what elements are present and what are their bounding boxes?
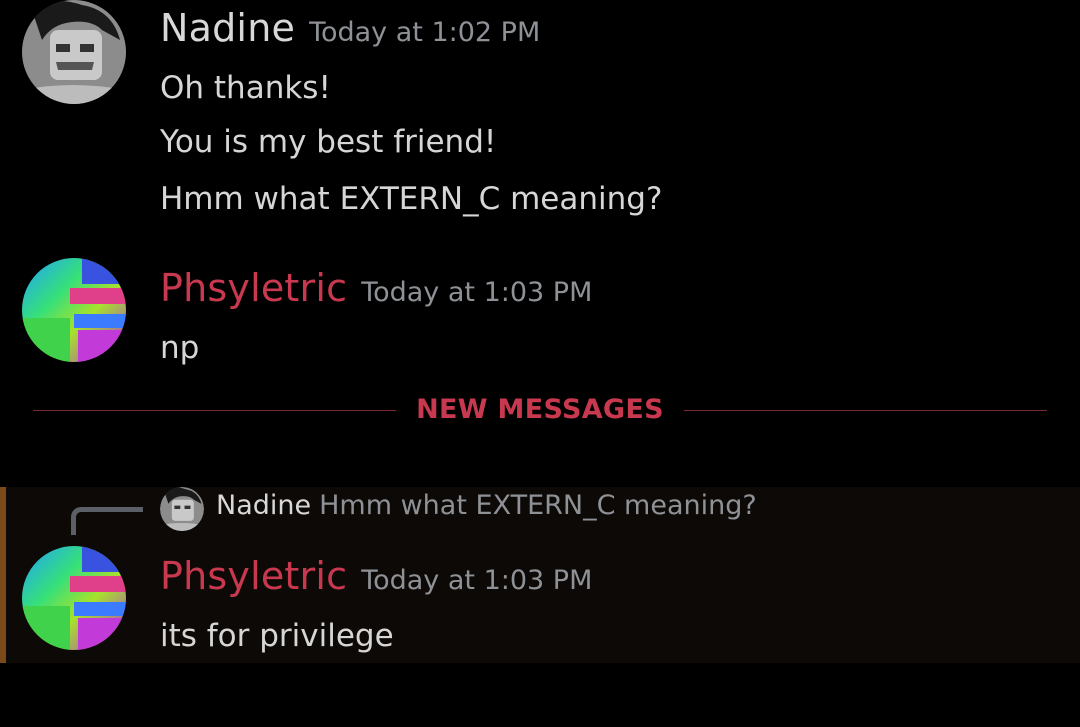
- message-header: Phsyletric Today at 1:03 PM: [160, 554, 592, 598]
- reply-reference[interactable]: Nadine Hmm what EXTERN_C meaning?: [216, 490, 757, 521]
- message-text: Hmm what EXTERN_C meaning?: [160, 181, 663, 217]
- message-header: Nadine Today at 1:02 PM: [160, 6, 540, 50]
- message-text: np: [160, 330, 200, 366]
- avatar-phsyletric[interactable]: [22, 546, 126, 650]
- timestamp: Today at 1:02 PM: [309, 17, 541, 48]
- message-header: Phsyletric Today at 1:03 PM: [160, 266, 592, 310]
- username[interactable]: Phsyletric: [160, 266, 347, 310]
- new-messages-label: NEW MESSAGES: [416, 394, 664, 425]
- username[interactable]: Nadine: [160, 6, 295, 50]
- message-text: You is my best friend!: [160, 124, 497, 160]
- username[interactable]: Phsyletric: [160, 554, 347, 598]
- reply-avatar-nadine[interactable]: [160, 487, 204, 531]
- avatar-nadine[interactable]: [22, 0, 126, 104]
- reply-preview-text[interactable]: Hmm what EXTERN_C meaning?: [319, 490, 757, 521]
- message-text: Oh thanks!: [160, 70, 331, 106]
- message-group-nadine: Nadine Today at 1:02 PM Oh thanks! You is…: [0, 0, 1080, 240]
- timestamp: Today at 1:03 PM: [361, 565, 593, 596]
- avatar-phsyletric[interactable]: [22, 258, 126, 362]
- chat-message-list: Nadine Today at 1:02 PM Oh thanks! You is…: [0, 0, 1080, 727]
- message-text: its for privilege: [160, 618, 394, 654]
- timestamp: Today at 1:03 PM: [361, 277, 593, 308]
- message-group-phsyletric: Phsyletric Today at 1:03 PM np: [0, 258, 1080, 378]
- reply-spine-icon: [71, 507, 143, 535]
- reply-username[interactable]: Nadine: [216, 490, 311, 521]
